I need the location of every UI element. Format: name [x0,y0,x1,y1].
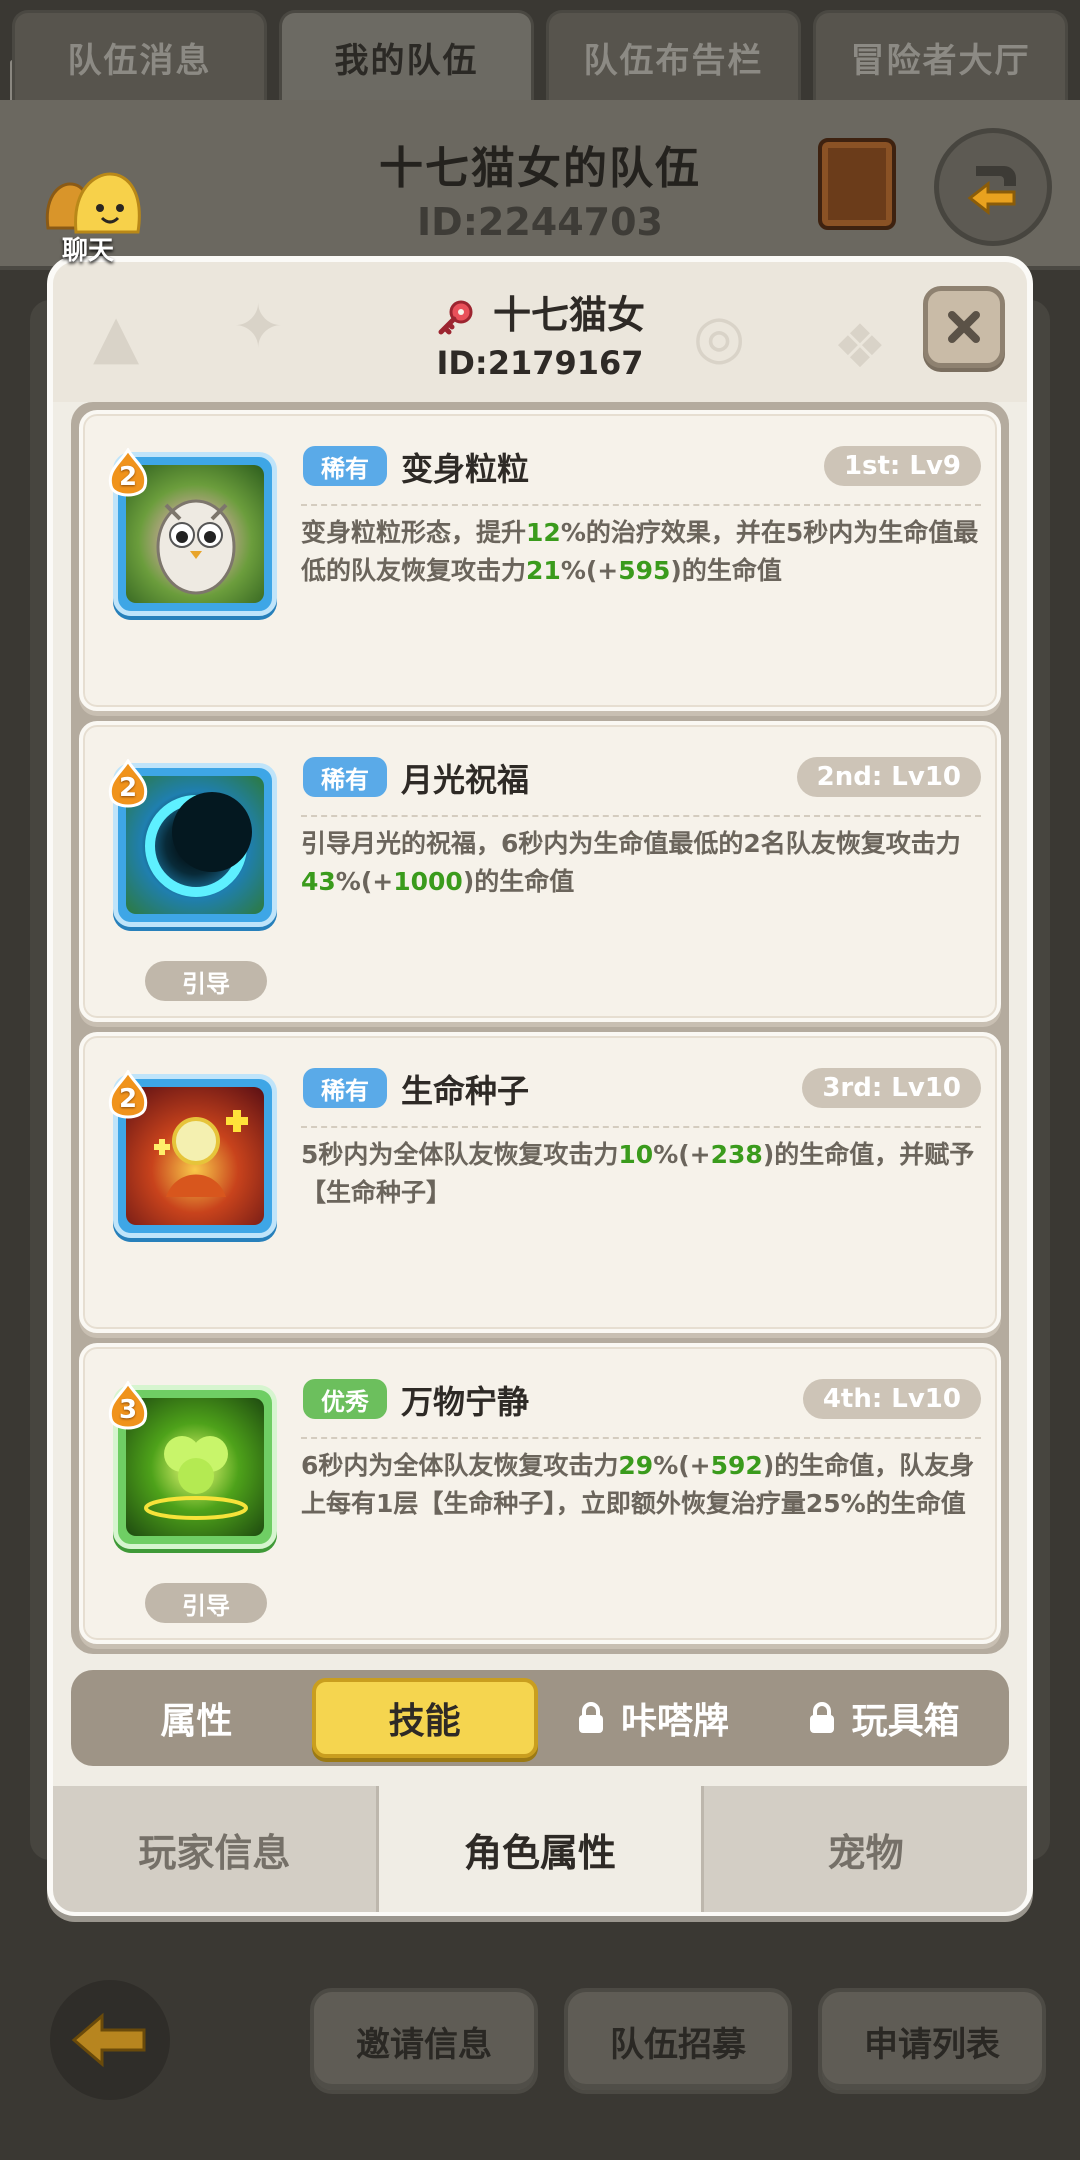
divider [301,1126,981,1128]
character-name: 十七猫女 [492,293,645,337]
bottom-tab-bar: 玩家信息 角色属性 宠物 [53,1786,1028,1912]
close-button[interactable] [923,286,1005,368]
skill-card[interactable]: 3 引导 优秀 万物宁静 4th: Lv10 6秒内为全体队友恢复攻击力29%(… [79,1343,1001,1644]
rarity-badge: 稀有 [303,757,387,797]
skill-list[interactable]: 2 稀有 变身粒粒 1st: Lv9 变身粒粒形态，提升12%的治疗效果，并在5… [71,402,1009,1654]
tab-character-attributes[interactable]: 角色属性 [378,1786,705,1912]
tab-cards[interactable]: 咔嗒牌 [538,1692,769,1744]
level-badge: 2 [105,1069,151,1124]
skill-card[interactable]: 2 稀有 变身粒粒 1st: Lv9 变身粒粒形态，提升12%的治疗效果，并在5… [79,410,1001,711]
tab-attributes[interactable]: 属性 [81,1692,312,1744]
guide-tag: 引导 [145,961,267,1001]
return-button[interactable] [934,128,1052,246]
skill-name: 变身粒粒 [401,450,530,488]
rarity-badge: 稀有 [303,1068,387,1108]
divider [301,815,981,817]
tab-adventurer-hall[interactable]: 冒险者大厅 [813,10,1068,102]
divider [301,1437,981,1439]
tab-toybox[interactable]: 玩具箱 [768,1692,999,1744]
close-icon [948,311,980,343]
invite-info-button[interactable]: 邀请信息 [310,1988,538,2094]
character-id: ID:2179167 [436,344,644,382]
rarity-badge: 优秀 [303,1379,387,1419]
character-name-row: 十七猫女 [53,284,1027,339]
guide-tag: 引导 [145,1583,267,1623]
rarity-badge: 稀有 [303,446,387,486]
tab-player-info[interactable]: 玩家信息 [53,1786,379,1912]
scroll-icon[interactable] [818,138,896,230]
skill-name: 生命种子 [401,1072,530,1110]
skill-name: 万物宁静 [401,1383,530,1421]
character-modal: ▲ ✦ ◎ ❖ 十七猫女 ID:2179167 2 稀有 变身粒粒 1st: L… [47,256,1033,1916]
tab-team-board[interactable]: 队伍布告栏 [546,10,801,102]
skill-card[interactable]: 2 稀有 生命种子 3rd: Lv10 5秒内为全体队友恢复攻击力10%(+23… [79,1032,1001,1333]
lock-icon [579,1702,603,1733]
tab-skills[interactable]: 技能 [311,1678,538,1758]
skill-description: 5秒内为全体队友恢复攻击力10%(+238)的生命值，并赋予【生命种子】 [301,1140,975,1207]
team-name: 十七猫女的队伍 [379,143,701,194]
chat-label: 聊天 [61,236,114,266]
sub-tab-bar: 属性 技能 咔嗒牌 玩具箱 [71,1670,1009,1766]
skill-description: 变身粒粒形态，提升12%的治疗效果，并在5秒内为生命值最低的队友恢复攻击力21%… [301,518,979,585]
lock-icon [809,1702,834,1733]
tab-pet[interactable]: 宠物 [704,1786,1028,1912]
team-id: ID:2244703 [417,200,663,244]
skill-description: 引导月光的祝福，6秒内为生命值最低的2名队友恢复攻击力43%(+1000)的生命… [301,829,961,896]
tab-team-messages[interactable]: 队伍消息 [12,10,267,102]
skill-card[interactable]: 2 引导 稀有 月光祝福 2nd: Lv10 引导月光的祝福，6秒内为生命值最低… [79,721,1001,1022]
skill-slot-level: 3rd: Lv10 [802,1068,981,1108]
skill-slot-level: 2nd: Lv10 [796,757,981,797]
level-badge: 2 [105,758,151,813]
return-arrow-icon [967,166,1016,216]
skill-slot-level: 4th: Lv10 [802,1379,981,1419]
tab-my-team[interactable]: 我的队伍 [279,10,534,102]
top-tab-bar: 队伍消息 我的队伍 队伍布告栏 冒险者大厅 [0,10,1080,102]
back-arrow-icon [71,2012,146,2068]
level-badge: 3 [105,1380,151,1435]
team-recruit-button[interactable]: 队伍招募 [564,1988,792,2094]
skill-slot-level: 1st: Lv9 [823,446,981,486]
key-icon [438,300,473,334]
skill-name: 月光祝福 [401,761,530,799]
back-button[interactable] [50,1980,170,2100]
skill-description: 6秒内为全体队友恢复攻击力29%(+592)的生命值，队友身上每有1层【生命种子… [301,1451,975,1518]
divider [301,504,981,506]
application-list-button[interactable]: 申请列表 [818,1988,1046,2094]
level-badge: 2 [105,447,151,502]
